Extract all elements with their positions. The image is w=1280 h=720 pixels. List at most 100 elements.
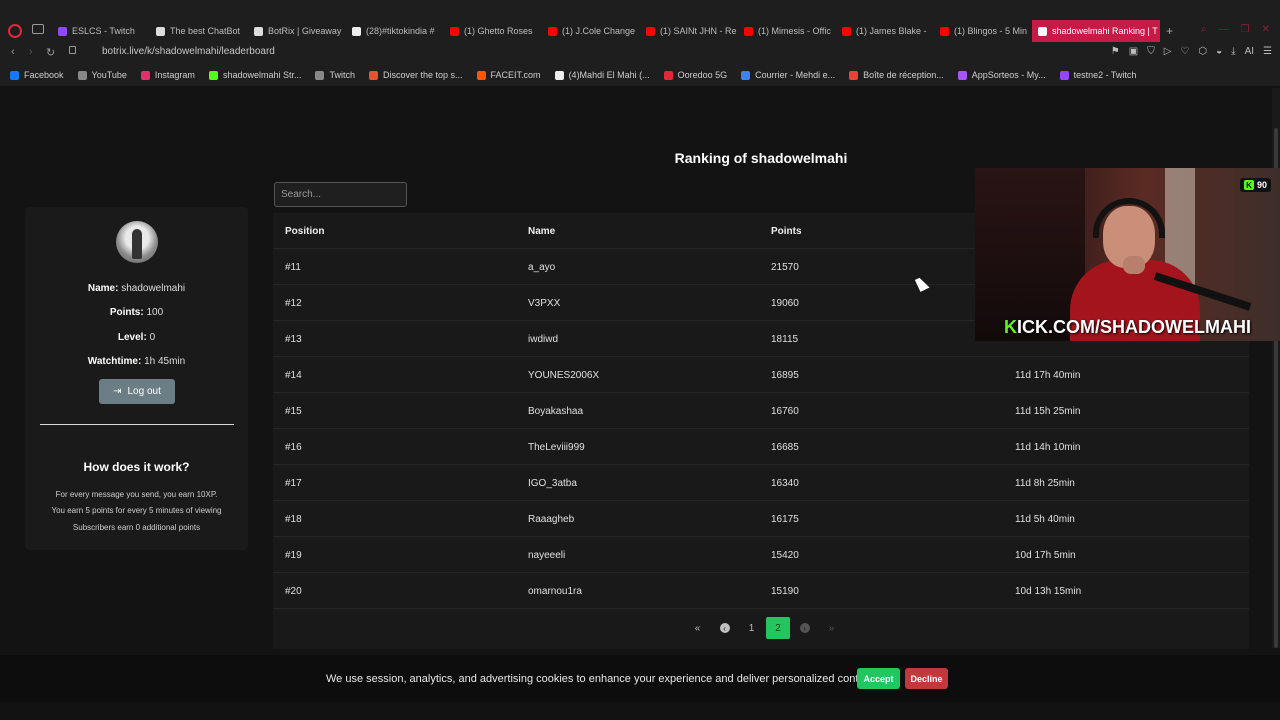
bookmark-item[interactable]: Boîte de réception... bbox=[849, 70, 944, 80]
bookmark-item[interactable]: YouTube bbox=[77, 70, 127, 80]
bookmark-item[interactable]: Instagram bbox=[140, 70, 195, 80]
how-line: You earn 5 points for every 5 minutes of… bbox=[51, 506, 222, 515]
bookmark-favicon-icon bbox=[10, 70, 19, 80]
decline-cookies-button[interactable]: Decline bbox=[905, 668, 948, 689]
profile-points: Points: 100 bbox=[109, 307, 164, 318]
kick-channel-banner: K ICK.COM/SHADOWELMAHI bbox=[1004, 316, 1251, 337]
tab-label: (1) James Blake - bbox=[856, 26, 927, 36]
cell-points: 16760 bbox=[771, 406, 799, 417]
cell-name: IGO_3atba bbox=[528, 478, 577, 489]
cell-watchtime: 11d 5h 40min bbox=[1015, 514, 1075, 525]
page-2-button[interactable]: 2 bbox=[766, 617, 790, 639]
search-tabs-icon[interactable]: ⌕ bbox=[1201, 24, 1207, 35]
tab-manager-icon[interactable] bbox=[32, 24, 44, 34]
ai-button[interactable]: AI bbox=[1245, 46, 1254, 57]
table-row: #20 omarnou1ra 15190 10d 13h 15min bbox=[273, 573, 1249, 609]
url-text: botrix.live/k/shadowelmahi/leaderboard bbox=[102, 46, 275, 57]
table-row: #16 TheLeviii999 16685 11d 14h 10min bbox=[273, 429, 1249, 465]
url-field[interactable]: botrix.live/k/shadowelmahi/leaderboard bbox=[69, 46, 275, 57]
tab-strip: ESLCS - Twitch The best ChatBot BotRix | G… bbox=[52, 20, 1160, 42]
browser-tab[interactable]: ESLCS - Twitch bbox=[52, 20, 150, 42]
bookmark-item[interactable]: AppSorteos - My... bbox=[957, 70, 1046, 80]
browser-tab[interactable]: (1) Ghetto Roses bbox=[444, 20, 542, 42]
reload-icon[interactable]: ↻ bbox=[46, 46, 55, 59]
bookmark-item[interactable]: FACEIT.com bbox=[476, 70, 541, 80]
bookmark-label: FACEIT.com bbox=[490, 70, 541, 80]
shield-icon[interactable]: ⛉ bbox=[1147, 46, 1155, 57]
last-page-button[interactable]: » bbox=[818, 617, 845, 639]
browser-tab[interactable]: (1) Blingos - 5 Min bbox=[934, 20, 1032, 42]
bookmark-item[interactable]: Ooredoo 5G bbox=[663, 70, 728, 80]
divider bbox=[40, 424, 234, 425]
active-browser-tab[interactable]: shadowelmahi Ranking | T× bbox=[1032, 20, 1160, 42]
tab-favicon-icon bbox=[548, 26, 557, 36]
opera-logo-icon[interactable] bbox=[8, 24, 22, 38]
bookmark-label: Ooredoo 5G bbox=[677, 70, 728, 80]
column-header-name: Name bbox=[528, 226, 556, 237]
bookmark-favicon-icon bbox=[741, 70, 751, 80]
new-tab-button[interactable]: + bbox=[1166, 24, 1173, 38]
close-window-icon[interactable]: ✕ bbox=[1262, 24, 1270, 35]
viewer-count-badge: K 90 bbox=[1240, 178, 1272, 192]
bookmark-item[interactable]: Courrier - Mehdi e... bbox=[741, 70, 835, 80]
bookmark-favicon-icon bbox=[663, 70, 673, 80]
browser-tab[interactable]: (1) James Blake - bbox=[836, 20, 934, 42]
minimize-icon[interactable]: — bbox=[1219, 24, 1229, 35]
logout-button[interactable]: ⇥ Log out bbox=[99, 379, 175, 404]
cell-position: #13 bbox=[285, 334, 302, 345]
bookmark-favicon-icon bbox=[476, 70, 486, 80]
download-icon[interactable]: ⤓ bbox=[1231, 46, 1235, 57]
bookmark-item[interactable]: Discover the top s... bbox=[369, 70, 463, 80]
tab-label: (1) J.Cole Change bbox=[562, 26, 636, 36]
close-tab-icon[interactable]: × bbox=[1158, 26, 1160, 36]
browser-tab[interactable]: BotRix | Giveaway bbox=[248, 20, 346, 42]
browser-tab[interactable]: (1) SAINt JHN - Re bbox=[640, 20, 738, 42]
cell-points: 18115 bbox=[771, 334, 799, 345]
table-row: #18 Raaagheb 16175 11d 5h 40min bbox=[273, 501, 1249, 537]
cell-points: 16340 bbox=[771, 478, 799, 489]
cell-name: TheLeviii999 bbox=[528, 442, 585, 453]
menu-icon[interactable]: ☰ bbox=[1263, 46, 1272, 57]
cell-watchtime: 10d 17h 5min bbox=[1015, 550, 1076, 561]
tab-label: (28)#tiktokindia # bbox=[366, 26, 435, 36]
page-1-button[interactable]: 1 bbox=[738, 617, 765, 639]
profile-watchtime: Watchtime: 1h 45min bbox=[87, 356, 186, 367]
previous-page-button[interactable]: ‹ bbox=[711, 617, 738, 639]
cell-name: iwdiwd bbox=[528, 334, 559, 345]
cell-name: nayeeeli bbox=[528, 550, 566, 561]
bookmark-item[interactable]: Facebook bbox=[10, 70, 64, 80]
next-page-button[interactable]: › bbox=[791, 617, 818, 639]
browser-toolbar: ⚑ ▣ ⛉ ▷ ♡ ⬡ ◒ ⤓ AI ☰ bbox=[1111, 46, 1272, 57]
tab-favicon-icon bbox=[156, 26, 165, 36]
cell-points: 16175 bbox=[771, 514, 799, 525]
chevron-right-icon: › bbox=[799, 623, 810, 633]
bookmark-favicon-icon bbox=[957, 70, 967, 80]
accept-cookies-button[interactable]: Accept bbox=[857, 668, 900, 689]
bookmark-label: shadowelmahi Str... bbox=[222, 70, 302, 80]
table-row: #14 YOUNES2006X 16895 11d 17h 40min bbox=[273, 357, 1249, 393]
logout-icon: ⇥ bbox=[113, 386, 122, 397]
maximize-icon[interactable]: ❐ bbox=[1241, 24, 1250, 35]
bookmark-item[interactable]: Twitch bbox=[315, 70, 355, 80]
search-input[interactable] bbox=[274, 182, 407, 207]
bookmark-icon[interactable]: ⚑ bbox=[1111, 46, 1120, 57]
first-page-button[interactable]: « bbox=[684, 617, 711, 639]
bookmark-item[interactable]: (4)Mahdi El Mahi (... bbox=[554, 70, 650, 80]
cell-watchtime: 11d 8h 25min bbox=[1015, 478, 1075, 489]
forward-icon[interactable]: › bbox=[29, 46, 33, 58]
cell-position: #16 bbox=[285, 442, 302, 453]
wallet-icon[interactable]: ◒ bbox=[1216, 46, 1222, 57]
bookmark-item[interactable]: shadowelmahi Str... bbox=[208, 70, 302, 80]
browser-tab[interactable]: (28)#tiktokindia # bbox=[346, 20, 444, 42]
profile-name: Name: shadowelmahi bbox=[87, 283, 186, 294]
extensions-icon[interactable]: ⬡ bbox=[1198, 46, 1207, 57]
webcam-overlay: K ICK.COM/SHADOWELMAHI bbox=[975, 168, 1280, 341]
snapshot-icon[interactable]: ▣ bbox=[1129, 46, 1138, 57]
browser-tab[interactable]: The best ChatBot bbox=[150, 20, 248, 42]
play-icon[interactable]: ▷ bbox=[1164, 46, 1172, 57]
browser-tab[interactable]: (1) J.Cole Change bbox=[542, 20, 640, 42]
bookmark-item[interactable]: testne2 - Twitch bbox=[1059, 70, 1136, 80]
heart-icon[interactable]: ♡ bbox=[1180, 46, 1189, 57]
browser-tab[interactable]: (1) Mimesis - Offic bbox=[738, 20, 836, 42]
back-icon[interactable]: ‹ bbox=[11, 46, 15, 58]
